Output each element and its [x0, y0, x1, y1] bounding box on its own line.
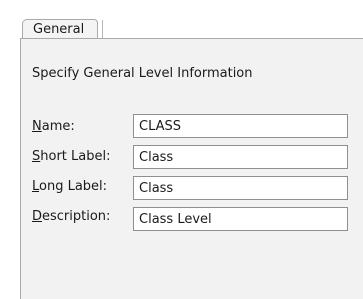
description-label-text: escription: — [42, 209, 111, 224]
name-label-mnemonic: N — [32, 119, 42, 134]
long-label-field[interactable] — [133, 176, 348, 200]
long-label-text: ong Label: — [39, 179, 108, 194]
short-label-text: hort Label: — [40, 149, 111, 164]
tab-general[interactable]: General — [22, 19, 98, 39]
name-label-text: ame: — [41, 119, 75, 134]
name-label: Name: — [32, 119, 75, 135]
panel-heading: Specify General Level Information — [32, 66, 253, 81]
short-label-label: Short Label: — [32, 149, 110, 165]
description-label: Description: — [32, 209, 110, 225]
tab-divider — [102, 20, 103, 38]
short-label-field[interactable] — [133, 145, 348, 169]
long-label-mnemonic: L — [32, 179, 40, 194]
tab-general-label: General — [33, 22, 85, 37]
name-field[interactable] — [133, 114, 348, 138]
long-label-label: Long Label: — [32, 179, 107, 195]
description-field[interactable] — [133, 207, 348, 231]
description-label-mnemonic: D — [32, 209, 43, 224]
